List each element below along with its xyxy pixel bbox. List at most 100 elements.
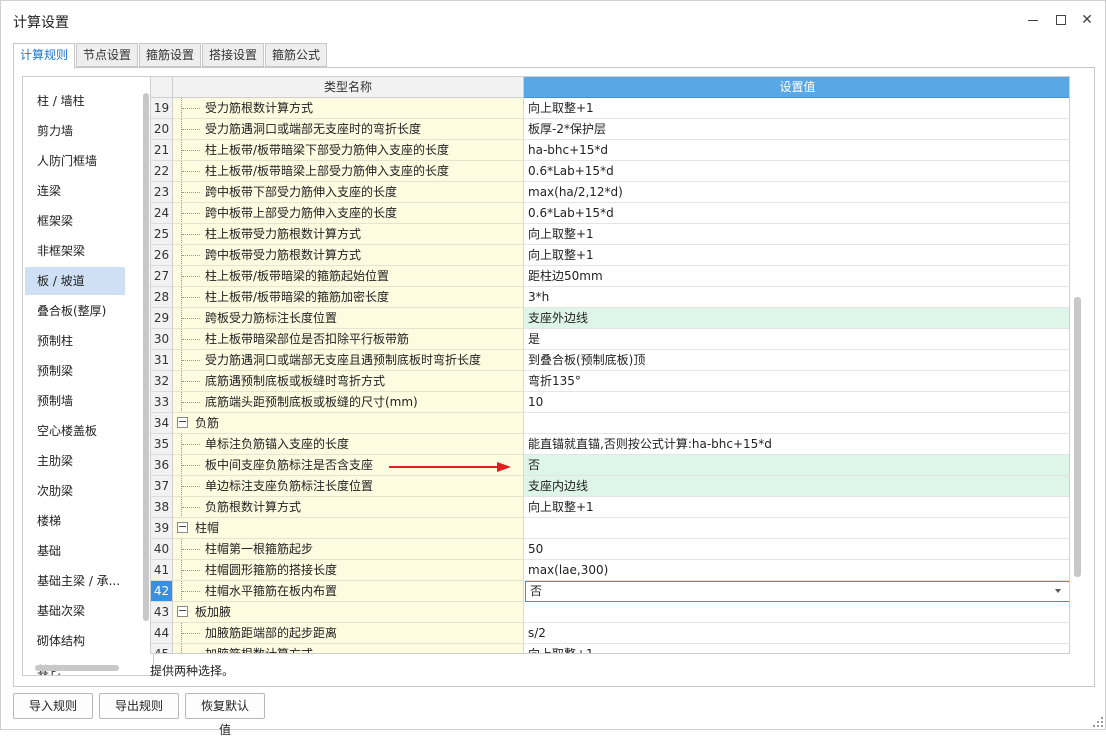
sidebar-item-column[interactable]: 柱 / 墙柱 <box>25 87 125 115</box>
sidebar-item-foundation-main-beam[interactable]: 基础主梁 / 承... <box>25 567 125 595</box>
setting-value-cell[interactable]: 0.6*Lab+15*d <box>524 203 1069 224</box>
table-row[interactable]: 23 跨中板带下部受力筋伸入支座的长度 max(ha/2,12*d) <box>151 182 1069 203</box>
table-row[interactable]: 29 跨板受力筋标注长度位置 支座外边线 <box>151 308 1069 329</box>
setting-value-cell[interactable]: 向上取整+1 <box>524 245 1069 266</box>
setting-value-cell[interactable] <box>524 413 1069 434</box>
sidebar-vertical-scrollbar[interactable] <box>143 93 149 621</box>
table-row[interactable]: 21 柱上板带/板带暗梁下部受力筋伸入支座的长度 ha-bhc+15*d <box>151 140 1069 161</box>
table-row[interactable]: 34− 负筋 <box>151 413 1069 434</box>
setting-value-cell[interactable] <box>524 602 1069 623</box>
setting-value-cell[interactable]: 板厚-2*保护层 <box>524 119 1069 140</box>
setting-value-cell[interactable]: 弯折135° <box>524 371 1069 392</box>
setting-value-cell[interactable] <box>524 518 1069 539</box>
resize-grip-icon[interactable] <box>1093 717 1103 727</box>
import-rules-button[interactable]: 导入规则 <box>13 693 93 719</box>
setting-value-cell[interactable]: 支座外边线 <box>524 308 1069 329</box>
table-row[interactable]: 22 柱上板带/板带暗梁上部受力筋伸入支座的长度 0.6*Lab+15*d <box>151 161 1069 182</box>
setting-value-cell[interactable]: 0.6*Lab+15*d <box>524 161 1069 182</box>
maximize-icon[interactable] <box>1051 10 1071 30</box>
close-icon[interactable]: ✕ <box>1077 10 1097 30</box>
table-row[interactable]: 24 跨中板带上部受力筋伸入支座的长度 0.6*Lab+15*d <box>151 203 1069 224</box>
setting-value-cell[interactable]: 能直锚就直锚,否则按公式计算:ha-bhc+15*d <box>524 434 1069 455</box>
table-row[interactable]: 40 柱帽第一根箍筋起步 50 <box>151 539 1069 560</box>
type-name-cell: 柱帽第一根箍筋起步 <box>173 539 524 560</box>
setting-value-cell[interactable]: s/2 <box>524 623 1069 644</box>
grid-vertical-scrollbar[interactable] <box>1074 297 1081 577</box>
setting-value-cell[interactable]: 向上取整+1 <box>524 497 1069 518</box>
setting-value-cell[interactable]: 3*h <box>524 287 1069 308</box>
setting-value-cell[interactable]: ha-bhc+15*d <box>524 140 1069 161</box>
collapse-icon[interactable]: − <box>177 605 188 617</box>
type-name-header: 类型名称 <box>173 77 524 98</box>
table-row[interactable]: 26 跨中板带受力筋根数计算方式 向上取整+1 <box>151 245 1069 266</box>
restore-defaults-button[interactable]: 恢复默认值 <box>185 693 265 737</box>
table-row[interactable]: 45 加腋筋根数计算方式 向上取整+1 <box>151 644 1069 653</box>
table-row[interactable]: 37 单边标注支座负筋标注长度位置 支座内边线 <box>151 476 1069 497</box>
sidebar-horizontal-scrollbar[interactable] <box>35 665 119 671</box>
sidebar-item-foundation-secondary-beam[interactable]: 基础次梁 <box>25 597 125 625</box>
sidebar-item-frame-beam[interactable]: 框架梁 <box>25 207 125 235</box>
table-row[interactable]: 41 柱帽圆形箍筋的搭接长度 max(lae,300) <box>151 560 1069 581</box>
setting-value-cell[interactable]: 到叠合板(预制底板)顶 <box>524 350 1069 371</box>
setting-value-cell[interactable]: 向上取整+1 <box>524 98 1069 119</box>
tab-stirrup-settings[interactable]: 箍筋设置 <box>139 43 202 67</box>
export-rules-button[interactable]: 导出规则 <box>99 693 179 719</box>
setting-value-cell[interactable]: max(lae,300) <box>524 560 1069 581</box>
table-row[interactable]: 30 柱上板带暗梁部位是否扣除平行板带筋 是 <box>151 329 1069 350</box>
table-row[interactable]: 38 负筋根数计算方式 向上取整+1 <box>151 497 1069 518</box>
table-row[interactable]: 31 受力筋遇洞口或端部无支座且遇预制底板时弯折长度 到叠合板(预制底板)顶 <box>151 350 1069 371</box>
table-row[interactable]: 25 柱上板带受力筋根数计算方式 向上取整+1 <box>151 224 1069 245</box>
sidebar-item-stairs[interactable]: 楼梯 <box>25 507 125 535</box>
table-row[interactable]: 20 受力筋遇洞口或端部无支座时的弯折长度 板厚-2*保护层 <box>151 119 1069 140</box>
table-row[interactable]: 35 单标注负筋锚入支座的长度 能直锚就直锚,否则按公式计算:ha-bhc+15*d <box>151 434 1069 455</box>
table-row[interactable]: 28 柱上板带/板带暗梁的箍筋加密长度 3*h <box>151 287 1069 308</box>
title-bar: 计算设置 ✕ <box>1 1 1105 39</box>
sidebar-item-civil-defense-door-frame[interactable]: 人防门框墙 <box>25 147 125 175</box>
setting-value-cell[interactable]: 向上取整+1 <box>524 644 1069 653</box>
arrow-shaft <box>389 466 501 468</box>
table-row[interactable]: 43− 板加腋 <box>151 602 1069 623</box>
settings-window: 计算设置 ✕ 计算规则 节点设置 箍筋设置 搭接设置 箍筋公式 柱 / 墙柱 剪… <box>0 0 1106 737</box>
setting-value-cell[interactable]: 是 <box>524 329 1069 350</box>
sidebar-item-precast-column[interactable]: 预制柱 <box>25 327 125 355</box>
sidebar-item-slab-ramp[interactable]: 板 / 坡道 <box>25 267 125 295</box>
collapse-icon[interactable]: − <box>177 521 188 533</box>
table-row[interactable]: 42 柱帽水平箍筋在板内布置 否 <box>151 581 1069 602</box>
table-row[interactable]: 32 底筋遇预制底板或板缝时弯折方式 弯折135° <box>151 371 1069 392</box>
sidebar-item-hollow-floor-slab[interactable]: 空心楼盖板 <box>25 417 125 445</box>
group-label: 负筋 <box>195 416 220 430</box>
table-row[interactable]: 39− 柱帽 <box>151 518 1069 539</box>
tab-stirrup-formula[interactable]: 箍筋公式 <box>265 43 328 67</box>
tree-connector <box>182 213 200 214</box>
sidebar-item-masonry[interactable]: 砌体结构 <box>25 627 125 655</box>
sidebar-item-shear-wall[interactable]: 剪力墙 <box>25 117 125 145</box>
setting-value-cell[interactable]: 支座内边线 <box>524 476 1069 497</box>
tab-lap-settings[interactable]: 搭接设置 <box>202 43 265 67</box>
sidebar-item-coupling-beam[interactable]: 连梁 <box>25 177 125 205</box>
collapse-icon[interactable]: − <box>177 416 188 428</box>
setting-value-cell[interactable]: 向上取整+1 <box>524 224 1069 245</box>
sidebar-item-precast-beam[interactable]: 预制梁 <box>25 357 125 385</box>
sidebar-item-precast-wall[interactable]: 预制墙 <box>25 387 125 415</box>
table-row[interactable]: 44 加腋筋距端部的起步距离 s/2 <box>151 623 1069 644</box>
table-row[interactable]: 36 板中间支座负筋标注是否含支座 否 <box>151 455 1069 476</box>
setting-value-cell[interactable]: 10 <box>524 392 1069 413</box>
tab-node-settings[interactable]: 节点设置 <box>76 43 139 67</box>
setting-value-cell[interactable]: max(ha/2,12*d) <box>524 182 1069 203</box>
value-dropdown[interactable]: 否 <box>525 581 1069 602</box>
type-name-cell: 柱上板带/板带暗梁上部受力筋伸入支座的长度 <box>173 161 524 182</box>
setting-value-cell[interactable]: 距柱边50mm <box>524 266 1069 287</box>
sidebar-item-composite-slab[interactable]: 叠合板(整厚) <box>25 297 125 325</box>
dropdown-arrow-icon[interactable] <box>1055 589 1061 593</box>
sidebar-item-secondary-rib-beam[interactable]: 次肋梁 <box>25 477 125 505</box>
table-row[interactable]: 27 柱上板带/板带暗梁的箍筋起始位置 距柱边50mm <box>151 266 1069 287</box>
sidebar-item-foundation[interactable]: 基础 <box>25 537 125 565</box>
table-row[interactable]: 19 受力筋根数计算方式 向上取整+1 <box>151 98 1069 119</box>
setting-value-cell[interactable]: 否 <box>524 455 1069 476</box>
table-row[interactable]: 33 底筋端头距预制底板或板缝的尺寸(mm) 10 <box>151 392 1069 413</box>
minimize-icon[interactable] <box>1023 10 1043 30</box>
sidebar-item-non-frame-beam[interactable]: 非框架梁 <box>25 237 125 265</box>
setting-value-cell[interactable]: 50 <box>524 539 1069 560</box>
tab-calc-rules[interactable]: 计算规则 <box>13 43 76 69</box>
sidebar-item-main-rib-beam[interactable]: 主肋梁 <box>25 447 125 475</box>
